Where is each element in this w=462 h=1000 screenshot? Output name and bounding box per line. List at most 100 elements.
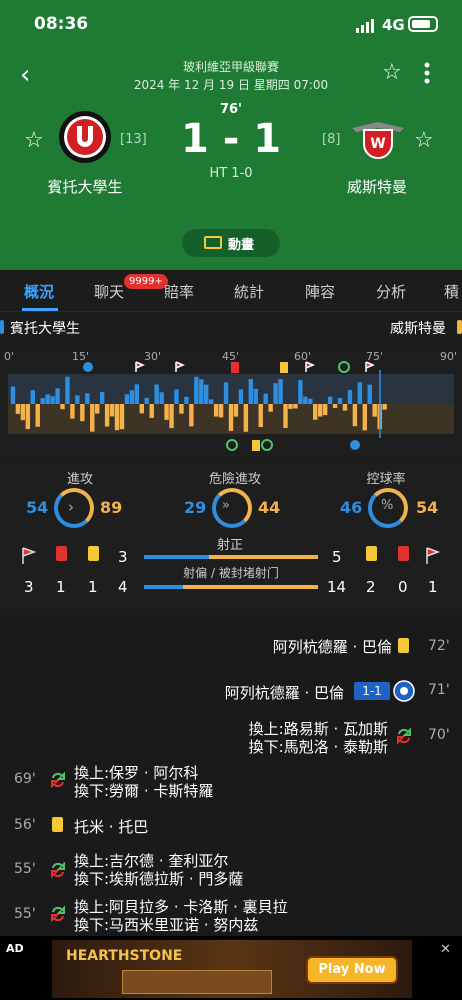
animation-button[interactable]: 動畫 <box>182 229 280 257</box>
substitution-icon <box>226 439 238 451</box>
favorite-star-icon[interactable]: ☆ <box>382 60 402 85</box>
possession-label: 控球率 <box>366 472 406 487</box>
sub-out-player[interactable]: 換下:埃斯德拉斯 · 門多薩 <box>74 868 243 889</box>
away-red-card-icon <box>398 546 409 561</box>
attack-icon: › <box>68 498 74 516</box>
event-minute: 71' <box>428 682 450 698</box>
tab-lineup[interactable]: 陣容 <box>305 281 335 302</box>
off-target-home: 4 <box>118 578 128 596</box>
back-icon[interactable]: ‹ <box>20 60 30 90</box>
away-team-logo[interactable]: W <box>350 114 406 162</box>
ad-label: AD <box>6 942 24 955</box>
off-target-label: 射偏 / 被封堵射门 <box>183 566 279 580</box>
goal-score-badge: 1-1 <box>354 682 390 700</box>
corner-flag-icon <box>305 361 315 372</box>
attack-label: 進攻 <box>66 472 93 487</box>
league-name: 玻利維亞甲級聯賽 <box>182 60 279 74</box>
away-color-marker <box>457 320 462 334</box>
on-target-bar <box>144 555 318 559</box>
goal-icon <box>83 362 93 372</box>
more-icon[interactable] <box>420 62 434 84</box>
animation-label: 動畫 <box>228 238 255 253</box>
away-yellow-card-icon <box>366 546 377 561</box>
tab-chat[interactable]: 聊天 <box>94 281 124 302</box>
home-red-count: 1 <box>56 578 66 596</box>
pitch-icon <box>204 236 222 249</box>
dangerous-away: 44 <box>258 498 281 517</box>
momentum-timeline[interactable]: 0' 15' 30' 45' 60' 75' 90' <box>0 346 462 458</box>
ad-image[interactable]: HEARTHSTONE Play Now <box>52 940 412 998</box>
substitution-icon <box>261 439 273 451</box>
network-label: 4G <box>382 16 405 34</box>
away-rank: [8] <box>322 132 341 147</box>
momentum-chart <box>8 361 454 451</box>
attack-home: 54 <box>26 498 49 517</box>
on-target-home: 3 <box>118 548 128 566</box>
corner-flag-icon <box>175 361 185 372</box>
home-team-logo[interactable] <box>58 110 112 164</box>
on-target-away: 5 <box>332 548 342 566</box>
corner-flag-icon <box>135 361 145 372</box>
event-minute: 69' <box>14 771 36 787</box>
match-datetime: 2024 年 12 月 19 日 星期四 07:00 <box>133 78 329 92</box>
tab-overview[interactable]: 概況 <box>24 281 54 302</box>
battery-icon <box>408 16 438 32</box>
substitution-icon <box>397 728 411 744</box>
red-card-icon <box>231 362 239 373</box>
yellow-card-icon <box>52 817 63 832</box>
away-corners: 1 <box>428 578 438 596</box>
corner-flag-icon <box>365 361 375 372</box>
home-corner-flag-icon <box>22 547 37 564</box>
ad-close-icon[interactable]: ✕ <box>440 942 451 957</box>
home-team-name[interactable]: 賓托大學生 <box>30 176 140 197</box>
event-player[interactable]: 阿列杭德羅 · 巴倫 <box>225 682 344 703</box>
home-follow-star-icon[interactable]: ☆ <box>24 128 44 153</box>
away-corner-flag-icon <box>426 547 441 564</box>
percent-icon: % <box>381 498 394 513</box>
event-minute: 56' <box>14 817 36 833</box>
sub-out-player[interactable]: 換下:馬剋洛 · 泰勒斯 <box>249 736 388 757</box>
match-header: 08:36 4G ‹ 玻利維亞甲級聯賽 2024 年 12 月 19 日 星期四… <box>0 0 462 270</box>
home-corners: 3 <box>24 578 34 596</box>
away-team-name[interactable]: 威斯特曼 <box>322 176 432 197</box>
substitution-icon <box>51 772 65 788</box>
event-minute: 55' <box>14 861 36 877</box>
on-target-label: 射正 <box>216 538 243 553</box>
attack-away: 89 <box>100 498 123 517</box>
football-icon <box>393 680 415 702</box>
event-minute: 55' <box>14 906 36 922</box>
sub-out-player[interactable]: 換下:马西米里亚诺 · 努内兹 <box>74 914 258 935</box>
event-player[interactable]: 托米 · 托巴 <box>74 816 148 837</box>
ad-banner[interactable]: AD HEARTHSTONE Play Now ✕ <box>0 936 462 1000</box>
sub-out-player[interactable]: 換下:勞爾 · 卡斯特羅 <box>74 780 213 801</box>
home-red-card-icon <box>56 546 67 561</box>
tab-stats[interactable]: 統計 <box>234 281 264 302</box>
possession-home: 46 <box>340 498 363 517</box>
signal-icon <box>356 18 374 33</box>
match-score: 1 - 1 <box>180 116 282 162</box>
dangerous-icon: » <box>222 498 230 513</box>
team-row-home: 賓托大學生 <box>10 321 80 337</box>
tab-odds[interactable]: 賠率 <box>164 281 194 302</box>
tab-standings[interactable]: 積 <box>444 281 459 302</box>
stats-panel: 進攻 54 › 89 危險進攻 29 » 44 控球率 46 % 54 3 1 … <box>0 462 462 610</box>
home-yellow-card-icon <box>88 546 99 561</box>
active-tab-indicator <box>22 308 58 311</box>
match-minute: 76' <box>219 102 243 117</box>
away-red-count: 0 <box>398 578 408 596</box>
away-follow-star-icon[interactable]: ☆ <box>414 128 434 153</box>
possession-away: 54 <box>416 498 439 517</box>
goal-icon <box>350 440 360 450</box>
event-minute: 72' <box>428 638 450 654</box>
home-rank: [13] <box>120 132 147 147</box>
substitution-icon <box>51 906 65 922</box>
event-player[interactable]: 阿列杭德羅 · 巴倫 <box>273 636 392 657</box>
dangerous-attack-label: 危險進攻 <box>208 472 261 487</box>
tab-analysis[interactable]: 分析 <box>376 281 406 302</box>
event-minute: 70' <box>428 727 450 743</box>
svg-text:W: W <box>370 136 385 152</box>
off-target-away: 14 <box>327 578 347 596</box>
ad-play-now-button[interactable]: Play Now <box>306 956 398 984</box>
ad-brand: HEARTHSTONE <box>66 948 183 964</box>
substitution-icon <box>51 862 65 878</box>
